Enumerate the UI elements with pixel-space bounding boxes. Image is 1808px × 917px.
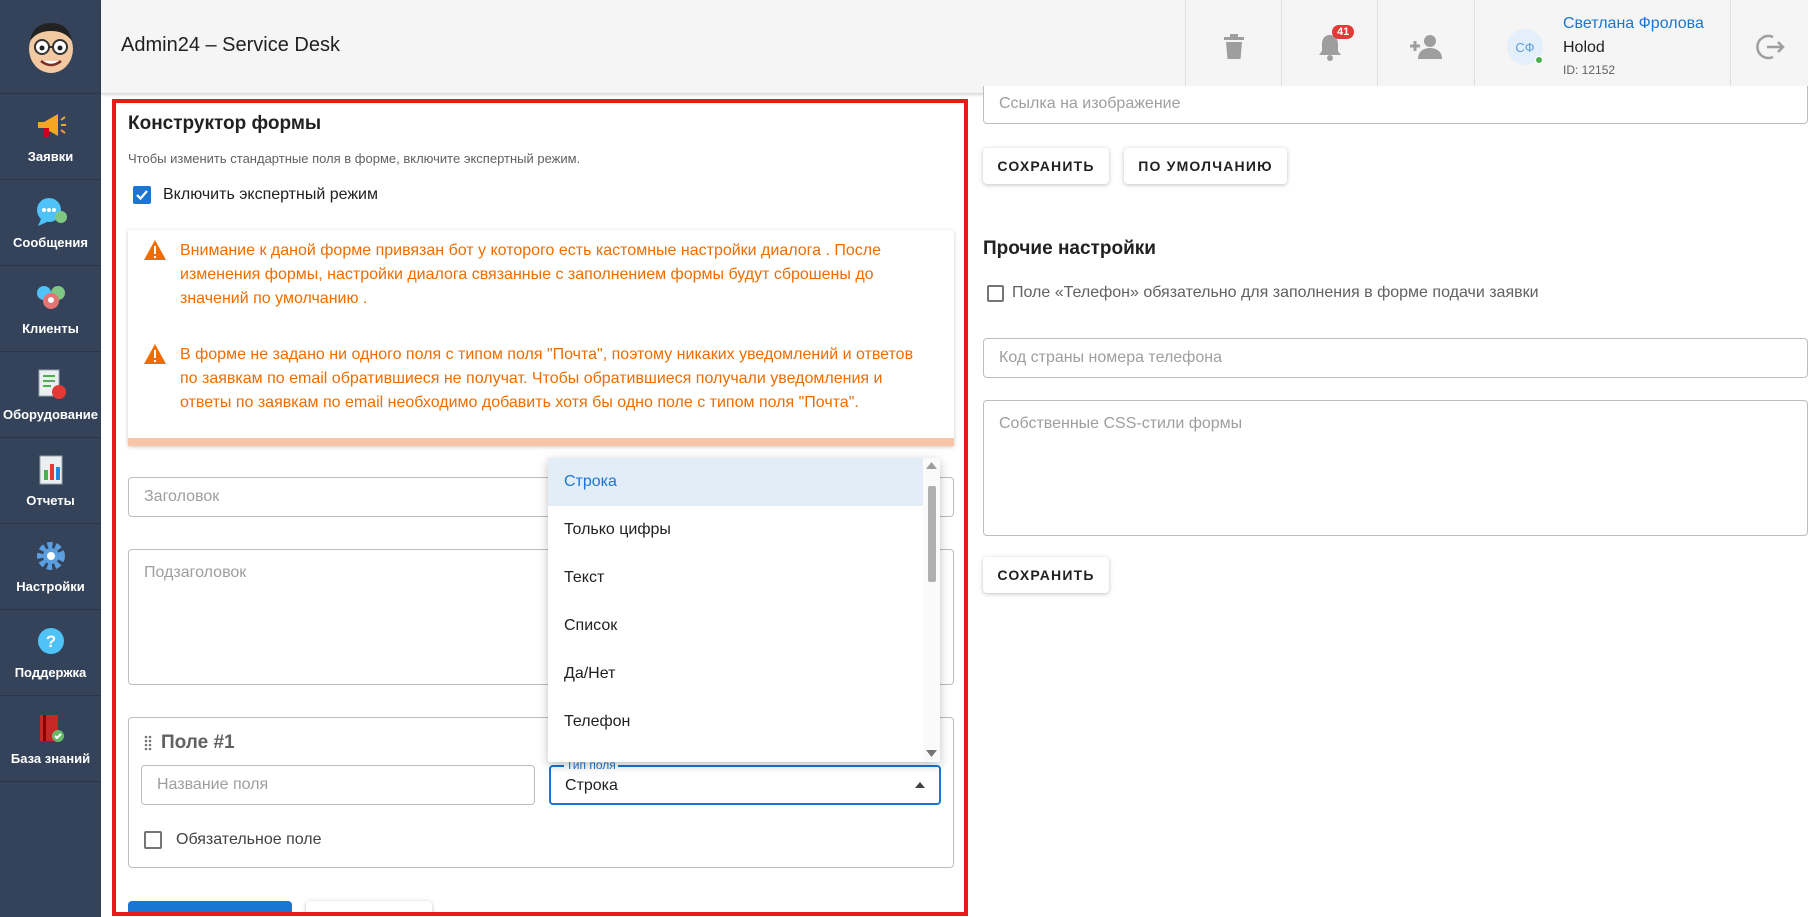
- sidebar-item-tickets[interactable]: Заявки: [0, 94, 101, 180]
- equipment-icon: [34, 367, 68, 401]
- user-org: Holod: [1563, 39, 1605, 56]
- field-card-title: Поле #1: [143, 732, 235, 754]
- dropdown-option[interactable]: Только цифры: [548, 506, 923, 554]
- dropdown-option[interactable]: Текст: [548, 554, 923, 602]
- report-icon: [34, 453, 68, 487]
- save-form-button[interactable]: СОХРАНИТЬ: [306, 901, 432, 912]
- megaphone-icon: [34, 109, 68, 143]
- scroll-up-arrow-icon[interactable]: [926, 462, 937, 469]
- phone-required-toggle[interactable]: Поле «Телефон» обязательно для заполнени…: [987, 284, 1539, 302]
- phone-required-label: Поле «Телефон» обязательно для заполнени…: [1012, 284, 1539, 301]
- sidebar-item-label: Настройки: [16, 579, 85, 594]
- warning-icon: [144, 344, 166, 364]
- dropdown-option[interactable]: Список: [548, 602, 923, 650]
- user-id: ID: 12152: [1563, 63, 1616, 77]
- book-icon: [34, 711, 68, 745]
- logout-icon: [1755, 34, 1785, 60]
- user-name[interactable]: Светлана Фролова: [1563, 15, 1704, 33]
- subheading-placeholder: Подзаголовок: [144, 564, 247, 581]
- phone-required-checkbox[interactable]: [987, 284, 1004, 302]
- clients-icon: [34, 281, 68, 315]
- help-icon: ?: [34, 625, 68, 659]
- user-profile[interactable]: СФ Светлана Фролова Holod ID: 12152: [1474, 0, 1730, 94]
- app-title: Admin24 – Service Desk: [121, 34, 340, 56]
- field-type-dropdown: Строка Только цифры Текст Список Да/Нет …: [548, 458, 940, 762]
- add-user-button[interactable]: [1377, 0, 1473, 94]
- sidebar-item-label: База знаний: [10, 751, 91, 766]
- custom-css-placeholder: Собственные CSS-стили формы: [999, 415, 1243, 432]
- warning-text: Внимание к даной форме привязан бот у ко…: [180, 242, 881, 307]
- sidebar-item-clients[interactable]: Клиенты: [0, 266, 101, 352]
- dropdown-option[interactable]: Строка: [548, 458, 923, 506]
- add-user-icon: [1409, 35, 1442, 59]
- sidebar-item-knowledge-base[interactable]: База знаний: [0, 696, 101, 782]
- sidebar-item-equipment[interactable]: Оборудование: [0, 352, 101, 438]
- field-type-select[interactable]: Тип поля Строка: [549, 758, 941, 805]
- logout-button[interactable]: [1730, 0, 1808, 94]
- country-code-input[interactable]: Код страны номера телефона: [983, 338, 1808, 378]
- dropdown-scrollbar[interactable]: [923, 458, 940, 762]
- warning-box: Внимание к даной форме привязан бот у ко…: [128, 230, 954, 446]
- trash-icon: [1223, 34, 1244, 59]
- warning-alert: В форме не задано ни одного поля с типом…: [142, 343, 925, 415]
- trash-button[interactable]: [1185, 0, 1281, 94]
- gear-icon: [34, 539, 68, 573]
- field-name-placeholder: Название поля: [157, 776, 269, 793]
- sidebar-item-label: Заявки: [27, 149, 74, 164]
- heading-placeholder: Заголовок: [144, 488, 220, 505]
- custom-css-textarea[interactable]: Собственные CSS-стили формы: [983, 400, 1808, 536]
- check-icon: [136, 190, 148, 201]
- expert-mode-checkbox[interactable]: [133, 186, 151, 204]
- required-label: Обязательное поле: [176, 831, 322, 848]
- field-name-input[interactable]: Название поля: [141, 765, 535, 805]
- sidebar-item-support[interactable]: ? Поддержка: [0, 610, 101, 696]
- image-link-input[interactable]: Ссылка на изображение: [983, 86, 1808, 124]
- expert-mode-toggle[interactable]: Включить экспертный режим: [128, 186, 378, 204]
- notifications-badge: 41: [1332, 25, 1355, 39]
- save-button[interactable]: СОХРАНИТЬ: [983, 148, 1109, 184]
- sidebar-item-settings[interactable]: Настройки: [0, 524, 101, 610]
- logo-face-icon: [28, 22, 73, 73]
- warning-alert: Внимание к даной форме привязан бот у ко…: [142, 239, 925, 311]
- sidebar-item-label: Сообщения: [13, 235, 88, 250]
- sidebar-item-label: Оборудование: [2, 407, 99, 422]
- caret-up-icon: [915, 782, 925, 788]
- expert-mode-label: Включить экспертный режим: [163, 186, 378, 203]
- warning-icon: [144, 240, 166, 260]
- logo[interactable]: [0, 0, 101, 94]
- sidebar-item-label: Отчеты: [26, 493, 75, 508]
- save-button-2[interactable]: СОХРАНИТЬ: [983, 557, 1109, 593]
- online-status-dot: [1535, 56, 1543, 64]
- notifications-button[interactable]: 41: [1281, 0, 1377, 94]
- dropdown-option[interactable]: Телефон: [548, 698, 923, 746]
- field-type-value: Строка: [565, 777, 618, 794]
- add-field-button[interactable]: ДОБАВИТЬ ПОЛЕ: [128, 901, 292, 912]
- scroll-down-arrow-icon[interactable]: [926, 750, 937, 757]
- required-checkbox[interactable]: [144, 831, 162, 849]
- default-button[interactable]: ПО УМОЛЧАНИЮ: [1124, 148, 1287, 184]
- other-settings-title: Прочие настройки: [983, 238, 1156, 259]
- chat-icon: [34, 195, 68, 229]
- top-bar: Admin24 – Service Desk 41 СФ Светлана Фр…: [101, 0, 1808, 94]
- field-card-title-text: Поле #1: [161, 732, 235, 753]
- form-builder-title: Конструктор формы: [128, 113, 322, 134]
- svg-text:?: ?: [45, 632, 55, 651]
- sidebar-item-messages[interactable]: Сообщения: [0, 180, 101, 266]
- sidebar-item-label: Клиенты: [22, 321, 79, 336]
- dropdown-option[interactable]: Да/Нет: [548, 650, 923, 698]
- sidebar: Заявки Сообщения Клиенты Оборудование От…: [0, 0, 101, 917]
- drag-handle-icon[interactable]: [143, 734, 153, 752]
- form-builder-hint: Чтобы изменить стандартные поля в форме,…: [128, 151, 581, 166]
- required-field-toggle[interactable]: Обязательное поле: [144, 831, 322, 849]
- image-link-placeholder: Ссылка на изображение: [999, 95, 1181, 112]
- scrollbar-thumb[interactable]: [928, 486, 936, 582]
- country-code-placeholder: Код страны номера телефона: [999, 349, 1222, 366]
- sidebar-item-reports[interactable]: Отчеты: [0, 438, 101, 524]
- sidebar-item-label: Поддержка: [14, 665, 87, 680]
- warning-text: В форме не задано ни одного поля с типом…: [180, 346, 914, 411]
